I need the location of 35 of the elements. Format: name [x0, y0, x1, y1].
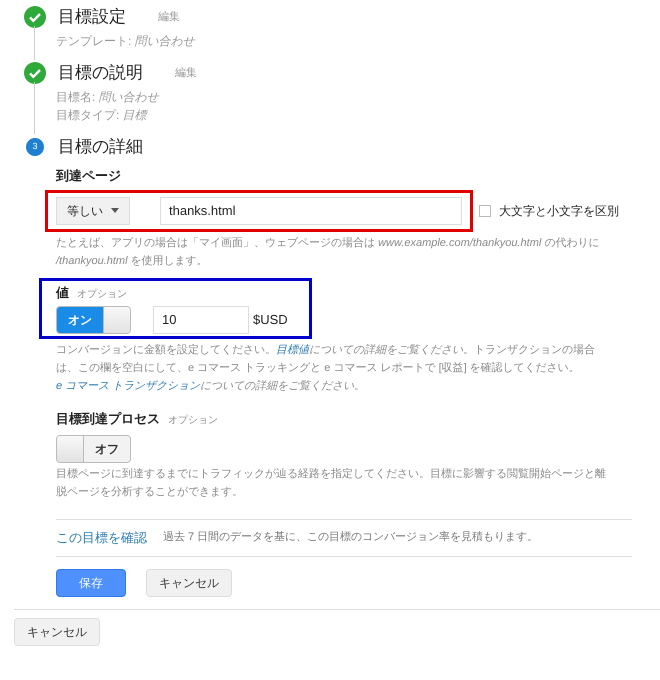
check-icon [24, 6, 46, 28]
help-link[interactable]: e コマース トランザクション [56, 380, 200, 392]
step-detail: 目標名: 問い合わせ [56, 89, 160, 106]
section-label: 到達ページ [56, 167, 122, 185]
step-title: 目標の説明 [58, 62, 143, 84]
verify-text: 過去 7 日間のデータを基に、この目標のコンバージョン率を見積もります。 [163, 530, 538, 546]
edit-link[interactable]: 編集 [158, 8, 180, 26]
step-number: 3 [26, 138, 44, 156]
match-dropdown[interactable]: 等しい [56, 196, 130, 224]
verify-link[interactable]: この目標を確認 [56, 528, 147, 548]
help-text: たとえば、アプリの場合は「マイ画面」、ウェブページの場合は www.example.com/thankyou.html の代わりに /thankyou.html を使用します。 [56, 236, 600, 268]
step-title: 目標の詳細 [58, 136, 143, 158]
help-text: 目標ページに到達するまでにトラフィックが辿る経路を指定してください。目標に影響する閲覧開始ページと離脱ページを分析することができます。 [56, 466, 607, 500]
cancel-button[interactable]: キャンセル [14, 618, 100, 646]
section-label: 目標到達プロセス [56, 410, 160, 428]
step-title: 目標設定 [58, 6, 126, 28]
page-input[interactable]: thanks.html [160, 196, 462, 224]
checkbox-label: 大文字と小文字を区別 [499, 202, 619, 220]
toggle-switch[interactable]: オフ [56, 434, 131, 462]
currency-label: $USD [253, 311, 288, 330]
amount-input[interactable]: 10 [153, 306, 249, 334]
optional-label: オプション [168, 414, 218, 428]
toggle-switch[interactable]: オン [56, 306, 131, 334]
edit-link[interactable]: 編集 [175, 64, 197, 82]
save-button[interactable]: 保存 [56, 568, 126, 596]
help-text: コンバージョンに金額を設定してください。目標値についての詳細をご覧ください。トランザクションの場合は、この欄を空白にして、e コマース トラッキングと e コマース レポートで [収益] を確認してください。 e コマース トランザクションについての詳細をご覧ください。 [56, 342, 596, 394]
case-checkbox[interactable] [479, 204, 491, 216]
cancel-button[interactable]: キャンセル [146, 568, 232, 596]
step-detail: 目標タイプ: 目標 [56, 107, 150, 124]
optional-label: オプション [77, 288, 127, 302]
check-icon [24, 62, 46, 84]
caret-icon [111, 208, 119, 213]
help-link[interactable]: 目標値 [276, 344, 309, 356]
step-detail: テンプレート: 問い合わせ [56, 33, 196, 50]
section-label: 値 [56, 284, 69, 302]
